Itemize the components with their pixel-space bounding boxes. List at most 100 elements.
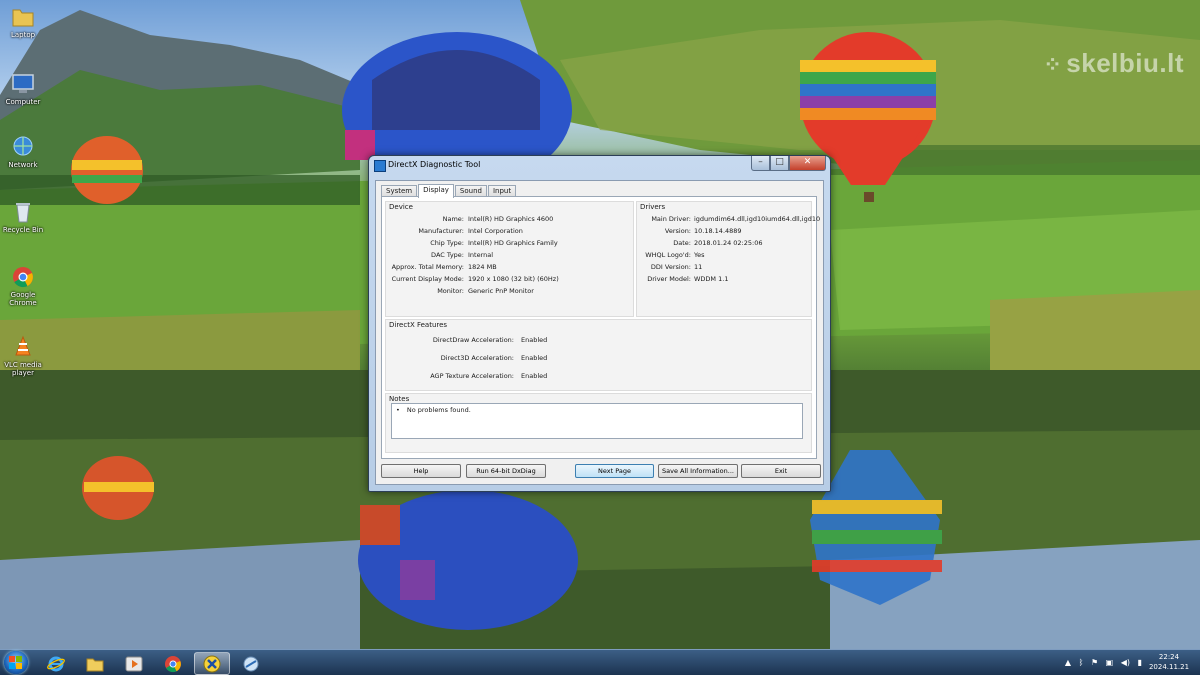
window-client-area: System Display Sound Input Device Name: I…	[375, 180, 824, 485]
close-icon: ✕	[803, 157, 812, 167]
network-diagnostics-icon	[243, 656, 259, 672]
feature-value: Enabled	[521, 354, 548, 362]
tab-display[interactable]: Display	[418, 184, 454, 198]
directx-features-group: DirectX Features DirectDraw Acceleration…	[385, 319, 812, 391]
help-button[interactable]: Help	[381, 464, 461, 478]
device-value: Intel Corporation	[468, 227, 523, 235]
device-value: Intel(R) HD Graphics 4600	[468, 215, 554, 223]
desktop-icon-laptop[interactable]: Laptop	[0, 5, 46, 39]
device-row: Manufacturer: Intel Corporation	[386, 227, 633, 237]
feature-value: Enabled	[521, 336, 548, 344]
taskbar-chrome[interactable]	[155, 652, 191, 675]
desktop-icon-recycle-bin[interactable]: Recycle Bin	[0, 200, 46, 234]
driver-key: WHQL Logo'd:	[645, 251, 691, 259]
exit-button[interactable]: Exit	[741, 464, 821, 478]
network-signal-icon[interactable]: ▮	[1138, 658, 1142, 667]
maximize-icon: □	[775, 157, 784, 167]
title-bar[interactable]: DirectX Diagnostic Tool – □ ✕	[369, 156, 830, 174]
device-row: Chip Type: Intel(R) HD Graphics Family	[386, 239, 633, 249]
desktop-icon-computer[interactable]: Computer	[0, 72, 46, 106]
driver-value: 2018.01.24 02:25:06	[694, 239, 763, 247]
feature-row: AGP Texture Acceleration: Enabled	[386, 372, 811, 382]
device-key: Chip Type:	[430, 239, 464, 247]
save-all-information-button[interactable]: Save All Information...	[658, 464, 738, 478]
taskbar-internet-explorer[interactable]	[38, 652, 74, 675]
bullet-icon: •	[396, 406, 400, 414]
device-key: Approx. Total Memory:	[391, 263, 464, 271]
desktop-icon-label: Recycle Bin	[2, 226, 44, 234]
driver-row: DDI Version: 11	[637, 263, 811, 273]
action-center-icon[interactable]: ⚑	[1091, 658, 1098, 667]
run-64bit-dxdiag-button[interactable]: Run 64-bit DxDiag	[466, 464, 546, 478]
drivers-group: Drivers Main Driver: igdumdim64.dll,igd10…	[636, 201, 820, 317]
chrome-icon	[165, 656, 181, 673]
device-group-title: Device	[389, 203, 413, 211]
clock[interactable]: 22:24 2024.11.21	[1146, 652, 1192, 672]
driver-key: Main Driver:	[651, 215, 691, 223]
drivers-group-title: Drivers	[640, 203, 666, 211]
desktop-icon-label: Computer	[5, 98, 41, 106]
file-explorer-icon	[86, 658, 104, 672]
start-button[interactable]	[4, 651, 28, 674]
device-key: Manufacturer:	[418, 227, 464, 235]
device-value: Internal	[468, 251, 494, 259]
driver-row: WHQL Logo'd: Yes	[637, 251, 811, 261]
driver-value: Yes	[694, 251, 705, 259]
chrome-icon	[13, 267, 33, 288]
device-row: DAC Type: Internal	[386, 251, 633, 261]
display-tab-page: Device Name: Intel(R) HD Graphics 4600 Ma…	[381, 196, 820, 459]
volume-icon[interactable]: ◀)	[1121, 658, 1130, 667]
feature-key: AGP Texture Acceleration:	[430, 372, 514, 380]
close-button[interactable]: ✕	[789, 156, 826, 171]
next-page-button[interactable]: Next Page	[575, 464, 654, 478]
taskbar-media-player[interactable]	[116, 652, 152, 675]
device-group: Device Name: Intel(R) HD Graphics 4600 Ma…	[385, 201, 634, 317]
device-value: Generic PnP Monitor	[468, 287, 534, 295]
bluetooth-icon[interactable]: ᛒ	[1079, 658, 1084, 667]
device-key: DAC Type:	[431, 251, 464, 259]
desktop-icon-label: Google Chrome	[9, 291, 37, 307]
driver-value: 11	[694, 263, 703, 271]
feature-key: Direct3D Acceleration:	[440, 354, 514, 362]
network-icon	[13, 136, 33, 156]
notes-group-title: Notes	[389, 395, 410, 403]
taskbar: ▲ ᛒ ⚑ ▣ ◀) ▮ 22:24 2024.11.21	[0, 649, 1200, 675]
taskbar-dxdiag[interactable]	[194, 652, 230, 675]
note-text: No problems found.	[406, 406, 471, 414]
internet-explorer-icon	[47, 656, 65, 672]
desktop-icon-chrome[interactable]: Google Chrome	[0, 265, 46, 307]
maximize-button[interactable]: □	[770, 156, 789, 171]
display-icon[interactable]: ▣	[1106, 658, 1114, 667]
driver-row: Version: 10.18.14.4889	[637, 227, 811, 237]
device-value: 1920 x 1080 (32 bit) (60Hz)	[468, 275, 559, 283]
taskbar-network-diagnostics[interactable]	[233, 652, 269, 675]
desktop-icon-label: Laptop	[10, 31, 36, 39]
desktop-icon-label: VLC media player	[4, 361, 42, 377]
note-item: • No problems found.	[396, 406, 471, 414]
minimize-icon: –	[758, 157, 763, 167]
driver-row: Main Driver: igdumdim64.dll,igd10iumd64.d…	[637, 215, 820, 225]
driver-value: WDDM 1.1	[694, 275, 729, 283]
notes-textbox[interactable]: • No problems found.	[391, 403, 803, 439]
device-value: Intel(R) HD Graphics Family	[468, 239, 558, 247]
device-row: Current Display Mode: 1920 x 1080 (32 bit…	[386, 275, 633, 285]
driver-value: igdumdim64.dll,igd10iumd64.dll,igd10	[694, 215, 821, 223]
device-key: Name:	[442, 215, 464, 223]
driver-key: Date:	[673, 239, 691, 247]
watermark: ⁘ skelbiu.lt	[1043, 48, 1184, 78]
driver-key: Driver Model:	[647, 275, 691, 283]
desktop-icon-vlc[interactable]: VLC media player	[0, 335, 46, 377]
clock-date: 2024.11.21	[1148, 663, 1190, 671]
desktop-icon-network[interactable]: Network	[0, 135, 46, 169]
device-row: Monitor: Generic PnP Monitor	[386, 287, 633, 297]
window-title: DirectX Diagnostic Tool	[388, 160, 481, 169]
driver-row: Driver Model: WDDM 1.1	[637, 275, 811, 285]
device-value: 1824 MB	[468, 263, 497, 271]
show-hidden-icons-icon[interactable]: ▲	[1065, 658, 1071, 667]
features-group-title: DirectX Features	[389, 321, 448, 329]
dxdiag-icon	[203, 655, 221, 673]
taskbar-file-explorer[interactable]	[77, 652, 113, 675]
minimize-button[interactable]: –	[751, 156, 770, 171]
desktop-icon-label: Network	[8, 161, 38, 169]
media-player-icon	[125, 656, 143, 672]
